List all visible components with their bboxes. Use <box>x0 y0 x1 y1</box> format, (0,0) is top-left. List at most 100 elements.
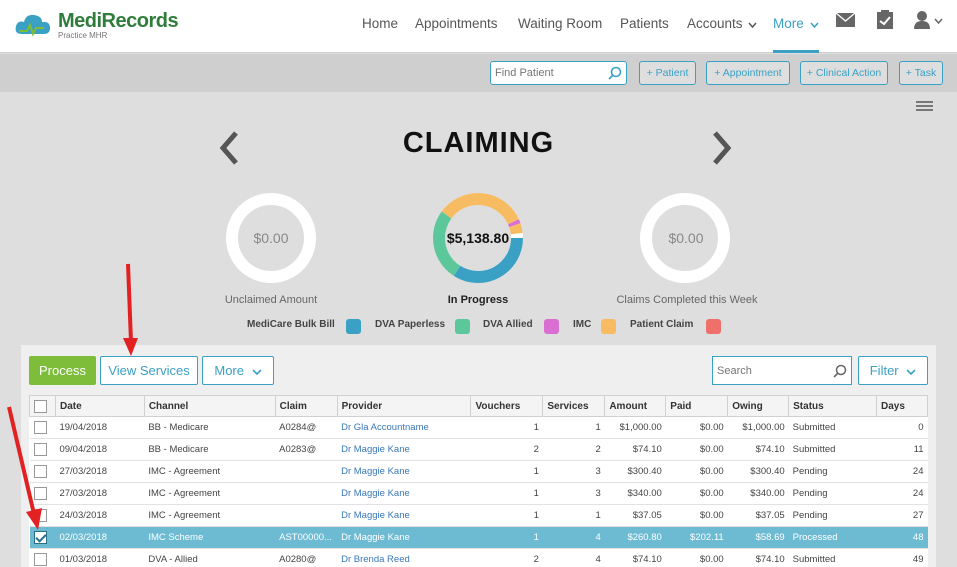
cell-paid: $0.00 <box>665 504 728 527</box>
col-channel[interactable]: Channel <box>143 395 276 417</box>
cell-provider[interactable]: Dr Maggie Kane <box>337 438 471 461</box>
table-header-row: Date Channel Claim Provider Vouchers Ser… <box>29 395 928 417</box>
col-provider[interactable]: Provider <box>336 395 472 417</box>
cell-claim <box>275 482 338 505</box>
col-status[interactable]: Status <box>788 395 877 417</box>
cell-status: Submitted <box>788 438 877 461</box>
cell-date: 27/03/2018 <box>55 482 145 505</box>
table-row[interactable]: 27/03/2018 IMC - Agreement Dr Maggie Kane 1… <box>29 460 928 483</box>
cell-provider[interactable]: Dr Maggie Kane <box>337 504 471 527</box>
find-patient-input[interactable] <box>491 62 601 84</box>
annotation-arrow-selected-row <box>7 406 42 530</box>
cell-provider[interactable]: Dr Maggie Kane <box>337 526 471 549</box>
col-paid[interactable]: Paid <box>665 395 729 417</box>
cell-claim <box>275 504 338 527</box>
row-checkbox[interactable] <box>33 553 47 566</box>
cloud-logo-icon <box>15 14 51 37</box>
find-patient-field[interactable] <box>490 61 627 85</box>
cell-vouchers: 2 <box>470 438 543 461</box>
view-services-button[interactable]: View Services <box>100 356 198 385</box>
table-row[interactable]: 24/03/2018 IMC - Agreement Dr Maggie Kane 1… <box>29 504 928 527</box>
cell-vouchers: 1 <box>470 482 543 505</box>
claims-table: Date Channel Claim Provider Vouchers Ser… <box>29 395 928 567</box>
table-row[interactable]: 02/03/2018 IMC Scheme AST00000... Dr Maggie… <box>29 526 928 549</box>
cell-owing: $74.10 <box>727 438 789 461</box>
cell-days: 49 <box>876 548 928 567</box>
cell-channel: BB - Medicare <box>144 416 276 439</box>
cell-amount: $260.80 <box>604 526 666 549</box>
chevron-down-icon <box>252 369 262 376</box>
cell-days: 0 <box>876 416 928 439</box>
top-navbar: MediRecords Practice MHR Home Appointmen… <box>0 0 957 53</box>
nav-home[interactable]: Home <box>362 16 398 31</box>
legend-swatch-dva-paperless <box>455 319 470 334</box>
nav-appointments[interactable]: Appointments <box>415 16 498 31</box>
cell-claim <box>275 460 338 483</box>
brand-subtitle: Practice MHR <box>58 31 108 40</box>
cell-claim: AST00000... <box>275 526 338 549</box>
col-vouchers[interactable]: Vouchers <box>470 395 544 417</box>
cell-paid: $0.00 <box>665 460 728 483</box>
filter-dropdown-button[interactable]: Filter <box>858 356 928 385</box>
add-clinical-action-button[interactable]: + Clinical Action <box>800 61 888 85</box>
cell-provider[interactable]: Dr Maggie Kane <box>337 482 471 505</box>
nav-patients[interactable]: Patients <box>620 16 669 31</box>
add-appointment-button[interactable]: + Appointment <box>706 61 790 85</box>
cell-services: 4 <box>542 548 605 567</box>
table-row[interactable]: 19/04/2018 BB - Medicare A0284@ Dr Gla Acco… <box>29 416 928 439</box>
table-row[interactable]: 09/04/2018 BB - Medicare A0283@ Dr Maggie K… <box>29 438 928 461</box>
claims-search-input[interactable] <box>713 357 823 384</box>
cell-days: 24 <box>876 482 928 505</box>
search-icon[interactable] <box>608 66 622 80</box>
cell-paid: $0.00 <box>665 482 728 505</box>
completed-label: Claims Completed this Week <box>616 294 758 306</box>
table-row[interactable]: 01/03/2018 DVA - Allied A0280@ Dr Brenda Re… <box>29 548 928 567</box>
filter-label: Filter <box>869 363 899 378</box>
cell-date: 24/03/2018 <box>55 504 145 527</box>
col-date[interactable]: Date <box>54 395 145 417</box>
col-days[interactable]: Days <box>876 395 928 417</box>
nav-more-label: More <box>773 16 804 31</box>
completed-value: $0.00 <box>668 230 704 246</box>
cell-channel: DVA - Allied <box>144 548 276 567</box>
col-services[interactable]: Services <box>542 395 606 417</box>
next-arrow-icon[interactable] <box>711 130 733 166</box>
cell-vouchers: 1 <box>470 504 543 527</box>
legend-label-patient-claim: Patient Claim <box>630 319 694 330</box>
row-checkbox[interactable] <box>33 531 47 544</box>
nav-waiting-room[interactable]: Waiting Room <box>518 16 602 31</box>
cell-provider[interactable]: Dr Gla Accountname <box>337 416 471 439</box>
cell-provider[interactable]: Dr Maggie Kane <box>337 460 471 483</box>
hamburger-menu-icon[interactable] <box>916 101 933 113</box>
legend-swatch-patient-claim <box>706 319 721 334</box>
cell-vouchers: 1 <box>470 526 543 549</box>
cell-status: Submitted <box>788 416 877 439</box>
cell-status: Processed <box>788 526 877 549</box>
col-amount[interactable]: Amount <box>604 395 667 417</box>
process-button[interactable]: Process <box>29 356 96 385</box>
cell-amount: $1,000.00 <box>604 416 666 439</box>
legend-label-dva-paperless: DVA Paperless <box>375 319 446 330</box>
in-progress-label: In Progress <box>447 294 509 306</box>
active-nav-indicator <box>773 50 819 53</box>
mail-icon[interactable] <box>836 13 855 27</box>
clipboard-check-icon[interactable] <box>876 10 894 30</box>
logo[interactable]: MediRecords Practice MHR <box>14 8 179 44</box>
cell-provider[interactable]: Dr Brenda Reed <box>337 548 471 567</box>
col-owing[interactable]: Owing <box>727 395 790 417</box>
add-task-button[interactable]: + Task <box>899 61 943 85</box>
search-icon[interactable] <box>833 364 847 378</box>
cell-services: 1 <box>542 416 605 439</box>
cell-vouchers: 1 <box>470 460 543 483</box>
claims-search-field[interactable] <box>712 356 852 385</box>
more-dropdown-button[interactable]: More <box>202 356 274 385</box>
nav-more[interactable]: More <box>773 16 819 31</box>
col-claim[interactable]: Claim <box>274 395 338 417</box>
table-row[interactable]: 27/03/2018 IMC - Agreement Dr Maggie Kane 1… <box>29 482 928 505</box>
nav-accounts[interactable]: Accounts <box>687 16 757 31</box>
user-menu-icon[interactable] <box>914 11 944 29</box>
cell-days: 27 <box>876 504 928 527</box>
cell-owing: $37.05 <box>727 504 789 527</box>
add-patient-button[interactable]: + Patient <box>639 61 696 85</box>
unclaimed-value: $0.00 <box>253 230 289 246</box>
